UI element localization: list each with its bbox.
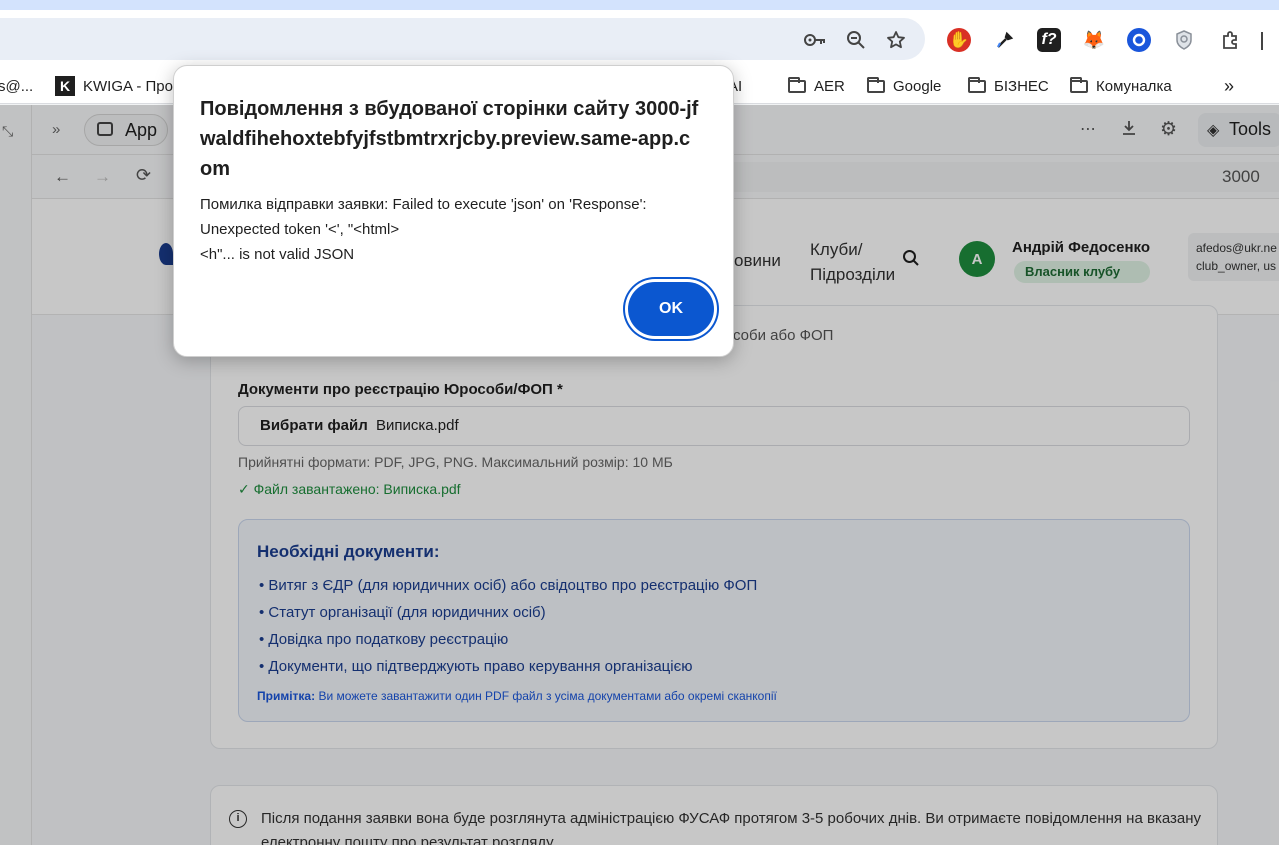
folder-icon bbox=[1070, 76, 1088, 93]
bookmark-label: Google bbox=[893, 77, 942, 95]
bookmark-folder-google[interactable]: Google bbox=[867, 75, 941, 97]
browser-frame-top bbox=[0, 0, 1279, 10]
kwiga-logo-icon: K bbox=[55, 76, 75, 96]
dialog-message: Помилка відправки заявки: Failed to exec… bbox=[200, 196, 647, 263]
bookmark-folder-komunalka[interactable]: Комуналка bbox=[1070, 75, 1172, 97]
browser-toolbar: ✋ f? 🦊 bbox=[0, 10, 1279, 68]
bookmark-label: БІЗНЕС bbox=[994, 77, 1049, 95]
toolbar-divider bbox=[1261, 32, 1263, 50]
folder-icon bbox=[867, 76, 885, 93]
ok-button[interactable]: OK bbox=[628, 282, 714, 336]
bookmark-label: s@... bbox=[0, 77, 34, 95]
bookmark-label: Комуналка bbox=[1096, 77, 1172, 95]
eyedropper-icon[interactable] bbox=[993, 28, 1017, 52]
alert-dialog: Повідомлення з вбудованої сторінки сайту… bbox=[173, 65, 734, 357]
bookmark-folder-business[interactable]: БІЗНЕС bbox=[968, 75, 1049, 97]
zoom-icon[interactable] bbox=[845, 29, 867, 51]
bookmark-item[interactable]: s@... bbox=[0, 75, 33, 97]
dialog-title: Повідомлення з вбудованої сторінки сайту… bbox=[200, 98, 699, 180]
bookmark-folder-aer[interactable]: AER bbox=[788, 75, 845, 97]
star-icon[interactable] bbox=[885, 29, 907, 51]
password-key-icon[interactable] bbox=[804, 29, 826, 51]
folder-icon bbox=[968, 76, 986, 93]
bookmark-label: KWIGA - Про bbox=[83, 77, 173, 95]
shield-icon[interactable] bbox=[1172, 28, 1196, 52]
fx-icon[interactable]: f? bbox=[1037, 28, 1061, 52]
address-bar[interactable] bbox=[0, 18, 925, 60]
adblock-icon[interactable]: ✋ bbox=[947, 28, 971, 52]
metamask-icon[interactable]: 🦊 bbox=[1082, 28, 1106, 52]
chevron-double-right-icon: » bbox=[1224, 75, 1235, 96]
bookmarks-more-button[interactable]: » bbox=[1224, 75, 1234, 97]
target-icon[interactable] bbox=[1127, 28, 1151, 52]
bookmark-label: AER bbox=[814, 77, 845, 95]
bookmark-kwiga[interactable]: K KWIGA - Про bbox=[55, 75, 173, 97]
puzzle-icon[interactable] bbox=[1218, 28, 1242, 52]
folder-icon bbox=[788, 76, 806, 93]
